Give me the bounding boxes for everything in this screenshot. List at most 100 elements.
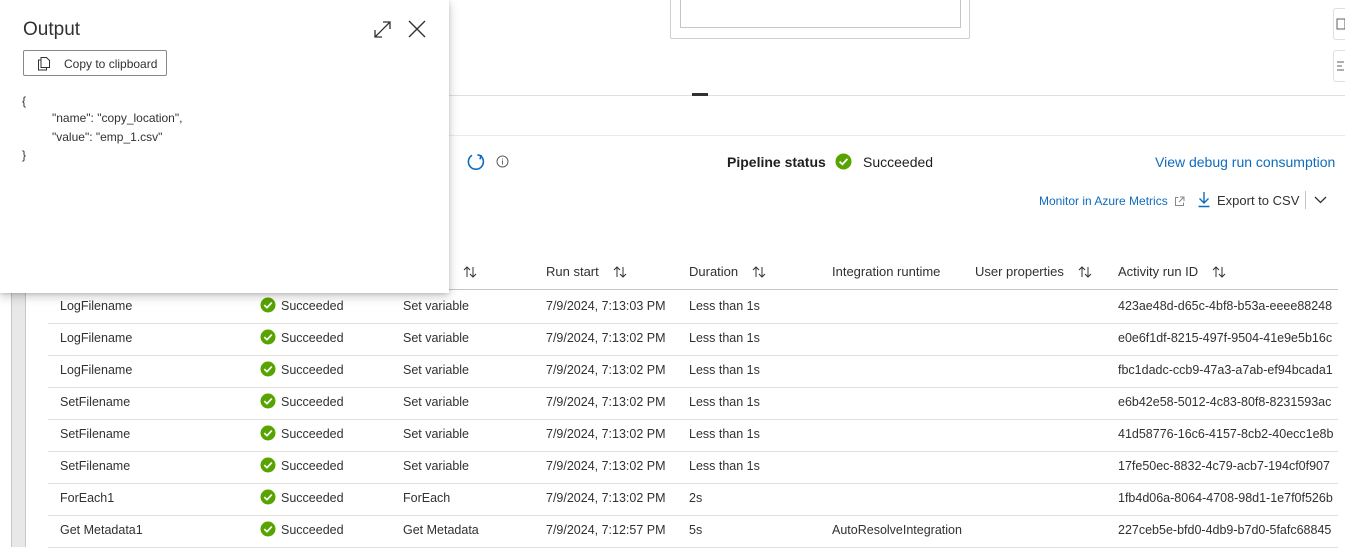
- view-debug-consumption-link[interactable]: View debug run consumption: [1155, 154, 1335, 170]
- activity-run-id: 1fb4d06a-8064-4708-98d1-1e7f0f526b: [1118, 491, 1333, 505]
- activity-run-id: e6b42e58-5012-4c83-80f8-8231593ac: [1118, 395, 1332, 409]
- pipeline-status-value: Succeeded: [863, 154, 934, 170]
- toolbar-separator: [1305, 191, 1306, 209]
- expand-icon[interactable]: [373, 20, 392, 39]
- activity-type: Set variable: [403, 299, 470, 313]
- activity-name: Get Metadata1: [60, 523, 143, 537]
- activity-node-body: e me: [680, 0, 961, 28]
- activity-type: ForEach: [403, 491, 451, 505]
- activity-run-start: 7/9/2024, 7:13:02 PM: [546, 427, 666, 441]
- activity-status: Succeeded: [281, 459, 344, 473]
- panel-title: Output: [23, 19, 81, 40]
- success-check-icon: [260, 489, 276, 505]
- canvas-fit-tool[interactable]: [1333, 8, 1345, 40]
- column-header-user-properties[interactable]: User properties: [975, 264, 1092, 279]
- table-row[interactable]: ForEach1 Succeeded ForEach 7/9/2024, 7:13:0…: [48, 483, 1338, 516]
- table-row[interactable]: LogFilename Succeeded Set variable 7/9/2024…: [48, 323, 1338, 356]
- column-header-run-start[interactable]: Run start: [546, 264, 627, 279]
- activity-type: Set variable: [403, 331, 470, 345]
- json-value-line: "value": "emp_1.csv": [52, 130, 163, 144]
- success-check-icon: [260, 425, 276, 441]
- activity-type: Set variable: [403, 459, 470, 473]
- sort-icon: [613, 266, 627, 278]
- chevron-down-icon[interactable]: [1314, 196, 1327, 204]
- refresh-icon[interactable]: [466, 152, 486, 172]
- success-check-icon: [260, 393, 276, 409]
- table-row[interactable]: Get Metadata1 Succeeded Get Metadata 7/9/20…: [48, 515, 1338, 548]
- activity-run-start: 7/9/2024, 7:12:57 PM: [546, 523, 666, 537]
- export-csv-button[interactable]: Export to CSV: [1217, 193, 1299, 208]
- activity-type: Set variable: [403, 363, 470, 377]
- success-check-icon: [835, 153, 852, 170]
- activity-duration: 5s: [689, 523, 703, 537]
- success-check-icon: [260, 521, 276, 537]
- info-icon[interactable]: [496, 155, 509, 168]
- success-check-icon: [260, 361, 276, 377]
- activity-duration: Less than 1s: [689, 331, 760, 345]
- copy-to-clipboard-button[interactable]: Copy to clipboard: [23, 50, 167, 76]
- activity-status: Succeeded: [281, 427, 344, 441]
- activity-status: Succeeded: [281, 299, 344, 313]
- sort-icon: [1078, 266, 1092, 278]
- activity-type: Get Metadata: [403, 523, 479, 537]
- success-check-icon: [260, 297, 276, 313]
- close-icon[interactable]: [408, 20, 426, 38]
- json-name-line: "name": "copy_location",: [52, 111, 183, 125]
- download-icon[interactable]: [1197, 191, 1211, 208]
- tab-header-rule: [449, 135, 1345, 136]
- vertical-scrollbar[interactable]: [11, 293, 26, 547]
- activity-run-start: 7/9/2024, 7:13:02 PM: [546, 363, 666, 377]
- monitor-azure-metrics-link[interactable]: Monitor in Azure Metrics: [1039, 194, 1168, 208]
- table-row[interactable]: LogFilename Succeeded Set variable 7/9/2024…: [48, 291, 1338, 324]
- table-row[interactable]: SetFilename Succeeded Set variable 7/9/2024…: [48, 387, 1338, 420]
- success-check-icon: [260, 457, 276, 473]
- activity-run-start: 7/9/2024, 7:13:02 PM: [546, 395, 666, 409]
- activity-status: Succeeded: [281, 363, 344, 377]
- auto-align-icon: [1337, 61, 1344, 71]
- pipeline-activity-node[interactable]: e me: [670, 0, 970, 39]
- sort-icon: [1212, 266, 1226, 278]
- copy-icon: [38, 57, 50, 71]
- activity-duration: Less than 1s: [689, 427, 760, 441]
- resize-handle[interactable]: [692, 93, 708, 96]
- pipeline-status-label: Pipeline status: [727, 154, 826, 170]
- activity-name: SetFilename: [60, 427, 131, 441]
- table-row[interactable]: SetFilename Succeeded Set variable 7/9/2024…: [48, 419, 1338, 452]
- column-header-activity-run-id[interactable]: Activity run ID: [1118, 264, 1226, 279]
- activity-type: Set variable: [403, 395, 470, 409]
- activity-name: LogFilename: [60, 363, 133, 377]
- external-link-icon: [1175, 196, 1185, 206]
- activity-name: LogFilename: [60, 331, 133, 345]
- column-header-duration[interactable]: Duration: [689, 264, 766, 279]
- output-panel: Output Copy to clipboard { "name": "copy…: [0, 0, 449, 293]
- activity-duration: Less than 1s: [689, 363, 760, 377]
- activity-duration: Less than 1s: [689, 395, 760, 409]
- activity-status: Succeeded: [281, 523, 344, 537]
- activity-status: Succeeded: [281, 491, 344, 505]
- activity-run-start: 7/9/2024, 7:13:02 PM: [546, 459, 666, 473]
- activity-run-id: 17fe50ec-8832-4c79-acb7-194cf0f907: [1118, 459, 1330, 473]
- activity-name: SetFilename: [60, 395, 131, 409]
- activity-type: Set variable: [403, 427, 470, 441]
- success-check-icon: [260, 329, 276, 345]
- activity-status: Succeeded: [281, 331, 344, 345]
- activity-name: ForEach1: [60, 491, 115, 505]
- activity-run-start: 7/9/2024, 7:13:02 PM: [546, 491, 666, 505]
- json-close-brace: }: [22, 148, 27, 162]
- activity-run-id: 227ceb5e-bfd0-4db9-b7d0-5fafc68845: [1118, 523, 1332, 537]
- sort-icon: [463, 266, 476, 278]
- activity-run-id: e0e6f1df-8215-497f-9504-41e9e5b16c: [1118, 331, 1333, 345]
- table-row[interactable]: SetFilename Succeeded Set variable 7/9/2024…: [48, 451, 1338, 484]
- activity-duration: Less than 1s: [689, 459, 760, 473]
- column-header-integration-runtime[interactable]: Integration runtime: [832, 264, 940, 279]
- activity-name: SetFilename: [60, 459, 131, 473]
- canvas-layout-tool[interactable]: [1333, 50, 1345, 82]
- activity-run-id: 423ae48d-d65c-4bf8-b53a-eeee88248: [1118, 299, 1333, 313]
- activity-run-start: 7/9/2024, 7:13:03 PM: [546, 299, 666, 313]
- activity-duration: Less than 1s: [689, 299, 760, 313]
- activity-run-start: 7/9/2024, 7:13:02 PM: [546, 331, 666, 345]
- copy-button-label: Copy to clipboard: [64, 57, 158, 71]
- activity-run-id: 41d58776-16c6-4157-8cb2-40ecc1e8b: [1118, 427, 1334, 441]
- table-row[interactable]: LogFilename Succeeded Set variable 7/9/2024…: [48, 355, 1338, 388]
- activity-run-id: fbc1dadc-ccb9-47a3-a7ab-ef94bcada1: [1118, 363, 1333, 377]
